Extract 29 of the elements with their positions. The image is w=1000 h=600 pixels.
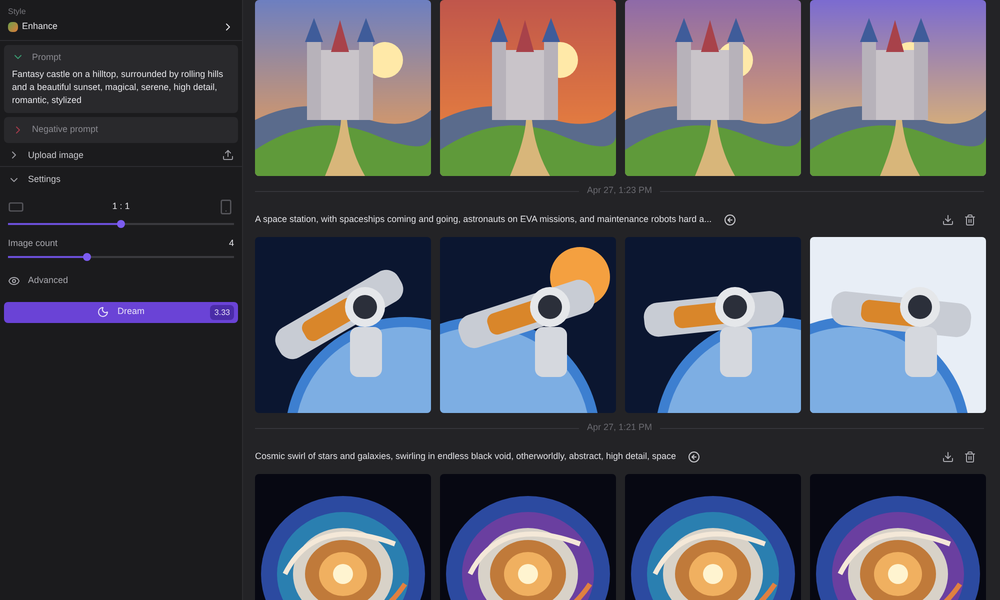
- prompt-text: Cosmic swirl of stars and galaxies, swirling in endless black void, otherworldly, abstract, high detail, space: [255, 450, 676, 464]
- settings-toggle[interactable]: Settings: [0, 173, 242, 186]
- aspect-ratio-value: 1 : 1: [112, 200, 130, 213]
- delete-icon[interactable]: [964, 214, 976, 226]
- image-count-label: Image count: [8, 236, 58, 250]
- download-icon[interactable]: [942, 214, 954, 226]
- prompt-text[interactable]: Fantasy castle on a hilltop, surrounded by rolling hills and a beautiful sunset, magical, serene, high detail, romantic, stylized: [12, 68, 230, 107]
- style-thumbnail-icon: [8, 22, 18, 32]
- upload-icon[interactable]: [222, 149, 234, 162]
- date-separator: Apr 27, 1:23 PM: [586, 184, 652, 198]
- slider-thumb[interactable]: [117, 220, 125, 228]
- slider-thumb[interactable]: [83, 253, 92, 261]
- eye-icon: [8, 274, 20, 287]
- style-label: Style: [8, 6, 27, 18]
- dream-button[interactable]: Dream 3.33: [4, 302, 238, 322]
- upload-image-toggle[interactable]: Upload image: [8, 148, 222, 162]
- prompt-toggle[interactable]: Prompt: [12, 50, 62, 64]
- prompt-text: A space station, with spaceships coming and going, astronauts on EVA missions, and maintenance robots hard a...: [255, 213, 712, 226]
- moon-icon: [97, 306, 110, 318]
- style-selector[interactable]: Enhance: [8, 20, 234, 34]
- cost-badge: 3.33: [210, 304, 234, 320]
- negative-prompt-toggle[interactable]: Negative prompt: [12, 123, 98, 136]
- advanced-toggle[interactable]: Advanced: [0, 274, 76, 288]
- delete-icon[interactable]: [964, 451, 976, 463]
- image-count-value: 4: [228, 236, 234, 250]
- download-icon[interactable]: [942, 451, 954, 463]
- reuse-prompt-icon[interactable]: [724, 214, 736, 226]
- reuse-prompt-icon[interactable]: [688, 451, 700, 463]
- date-separator: Apr 27, 1:21 PM: [586, 421, 652, 434]
